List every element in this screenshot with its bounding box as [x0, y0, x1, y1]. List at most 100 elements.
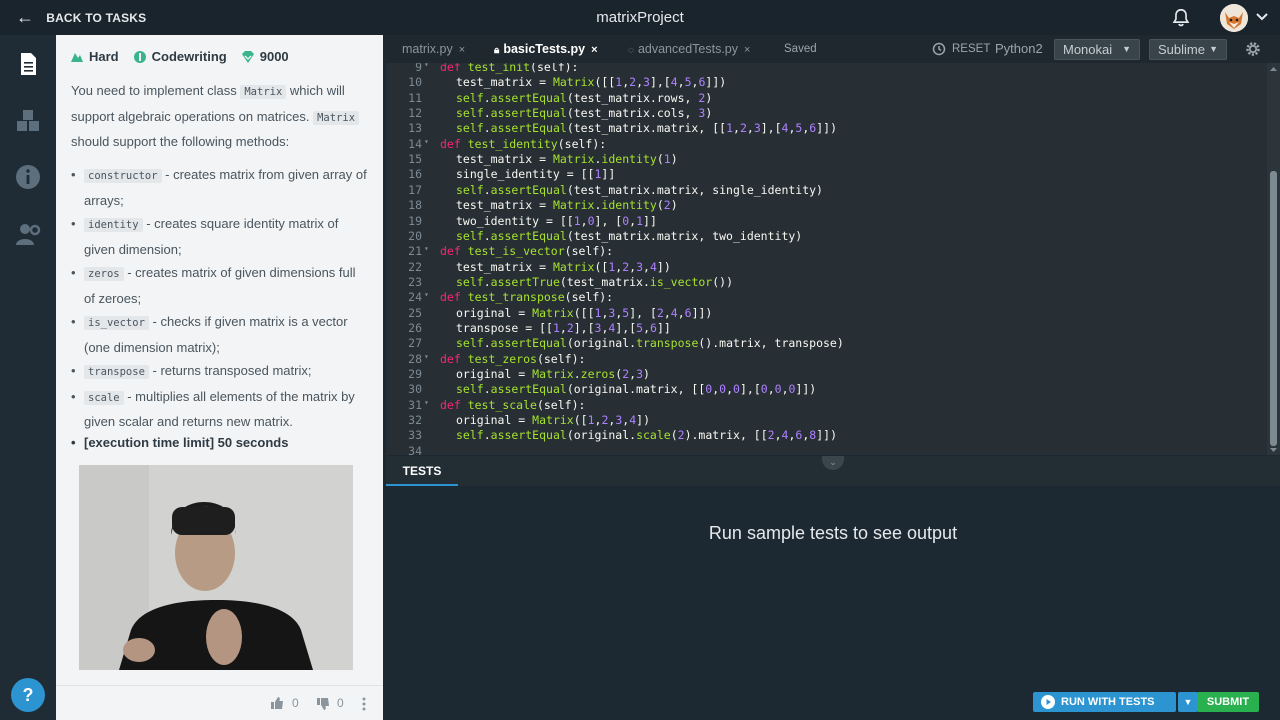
code-line: 11 self.assertEqual(test_matrix.rows, 2) — [386, 91, 1266, 106]
fold-arrow-icon[interactable]: ▾ — [424, 137, 429, 146]
method-item: transpose - returns transposed matrix; — [71, 359, 368, 385]
code-token: ]] — [601, 167, 616, 182]
points-badge: 9000 — [241, 49, 289, 64]
code-token: def — [440, 290, 468, 305]
difficulty-icon — [71, 52, 83, 62]
thumbs-up-icon[interactable] — [270, 696, 284, 710]
code-text: test_matrix = Matrix.identity(1) — [456, 152, 678, 166]
tab-label: advancedTests.py — [637, 42, 739, 56]
code-token: ]]) — [795, 382, 817, 397]
line-number: 29 — [408, 367, 422, 381]
code-token: test_matrix = — [456, 75, 553, 90]
run-with-tests-button[interactable]: RUN WITH TESTS — [1033, 692, 1176, 712]
line-number: 34 — [408, 443, 422, 455]
code-token: ([ — [594, 259, 609, 274]
help-button[interactable]: ? — [11, 678, 45, 712]
code-token: , — [774, 428, 782, 443]
code-token: 5 — [684, 75, 692, 90]
gear-icon[interactable] — [1244, 40, 1262, 58]
scrollbar-thumb[interactable] — [1270, 171, 1277, 446]
code-token: 2 — [656, 305, 664, 320]
task-description-panel: Hard Codewriting 9000 You need to implem… — [56, 35, 383, 685]
bell-icon[interactable] — [1170, 7, 1192, 29]
submit-button[interactable]: SUBMIT — [1197, 692, 1259, 712]
tab-basic-tests-py[interactable]: 🔒︎ basicTests.py × — [494, 35, 598, 63]
code-token: 3 — [643, 75, 650, 90]
keymap-select[interactable]: Sublime ▼ — [1149, 39, 1227, 60]
code-line: 21 ▾ def test_is_vector(self): — [386, 244, 1266, 259]
code-token: , — [643, 259, 650, 274]
tab-matrix-py[interactable]: matrix.py × — [402, 35, 465, 63]
user-settings-icon[interactable] — [14, 220, 42, 248]
fold-arrow-icon[interactable]: ▾ — [424, 244, 429, 253]
code-text: def test_transpose(self): — [440, 290, 613, 304]
code-line: 31 ▾ def test_scale(self): — [386, 398, 1266, 413]
code-text: self.assertEqual(original.matrix, [[0,0,… — [456, 382, 816, 396]
code-token: , — [733, 121, 740, 136]
collapse-panel-button[interactable]: ⌄ — [822, 456, 844, 470]
code-text: test_matrix = Matrix.identity(2) — [456, 198, 678, 212]
tab-tests[interactable]: TESTS — [386, 456, 458, 486]
dislikes-count: 0 — [337, 696, 344, 710]
code-token: self — [456, 90, 484, 105]
code-token: (test_matrix. — [559, 274, 650, 289]
more-options-icon[interactable] — [361, 696, 367, 712]
scroll-down-icon[interactable] — [1269, 446, 1278, 454]
fold-arrow-icon[interactable]: ▾ — [424, 352, 429, 361]
points-icon — [241, 50, 254, 63]
tab-advanced-tests-py[interactable]: ◌ advancedTests.py × — [628, 35, 750, 63]
code-token: self — [456, 336, 484, 351]
method-item: is_vector - checks if given matrix is a … — [71, 310, 368, 359]
close-icon[interactable]: × — [459, 44, 465, 56]
blocks-icon[interactable] — [14, 107, 42, 135]
fold-arrow-icon[interactable]: ▾ — [424, 290, 429, 299]
code-token: . — [483, 336, 491, 351]
fox-avatar-icon — [1220, 4, 1248, 32]
chevron-down-icon[interactable] — [1254, 8, 1270, 24]
line-number: 17 — [408, 182, 422, 197]
theme-select[interactable]: Monokai ▼ — [1054, 39, 1140, 60]
code-token: 3 — [636, 259, 644, 274]
code-text: def test_zeros(self): — [440, 352, 585, 366]
code-token: ([ — [573, 413, 588, 428]
avatar[interactable] — [1220, 4, 1248, 32]
code-text: single_identity = [[1]] — [456, 167, 615, 181]
code-token: . — [573, 367, 581, 381]
code-token: . — [483, 90, 491, 105]
document-icon[interactable] — [14, 50, 42, 78]
code-token: assertEqual — [490, 336, 567, 351]
code-token: . — [483, 274, 491, 289]
language-label[interactable]: Python2 — [995, 35, 1043, 63]
code-token: 2 — [767, 428, 775, 443]
code-token: assertEqual — [490, 106, 567, 121]
project-title: matrixProject — [596, 9, 684, 26]
back-to-tasks-link[interactable]: ← BACK TO TASKS — [16, 0, 146, 35]
scroll-up-icon[interactable] — [1269, 65, 1278, 73]
difficulty-badge: Hard — [70, 49, 119, 64]
code-text: original = Matrix([[1,3,5], [2,4,6]]) — [456, 306, 712, 320]
code-token: self — [456, 382, 484, 397]
code-token: , — [767, 382, 775, 397]
code-line: 33 self.assertEqual(original.scale(2).mat… — [386, 428, 1266, 443]
code-area[interactable]: 9 ▾ def test_init(self): 10 test_matrix = Ma… — [386, 63, 1266, 455]
code-text: self.assertEqual(test_matrix.matrix, [[1… — [456, 121, 837, 135]
run-options-button[interactable]: ▼ — [1178, 692, 1198, 712]
thumbs-down-icon[interactable] — [316, 697, 330, 711]
code-token: ( — [656, 198, 664, 213]
code-token: assertEqual — [490, 228, 567, 243]
chevron-down-icon: ⌄ — [829, 457, 837, 467]
lock-icon: 🔒︎ — [494, 45, 500, 56]
editor-scrollbar[interactable] — [1267, 63, 1280, 455]
reset-button[interactable]: RESET — [932, 35, 990, 63]
fold-arrow-icon[interactable]: ▾ — [424, 63, 429, 69]
info-icon[interactable] — [14, 163, 42, 191]
close-icon[interactable]: × — [744, 44, 750, 56]
close-icon[interactable]: × — [591, 44, 597, 56]
reset-label: RESET — [952, 43, 991, 55]
code-token: def — [440, 244, 468, 259]
code-token: (self): — [536, 351, 586, 366]
code-token: ).matrix, [[ — [684, 428, 768, 443]
execution-time-limit: [execution time limit] 50 seconds — [71, 435, 288, 450]
code-token: test_matrix = — [456, 198, 553, 213]
fold-arrow-icon[interactable]: ▾ — [424, 398, 429, 407]
